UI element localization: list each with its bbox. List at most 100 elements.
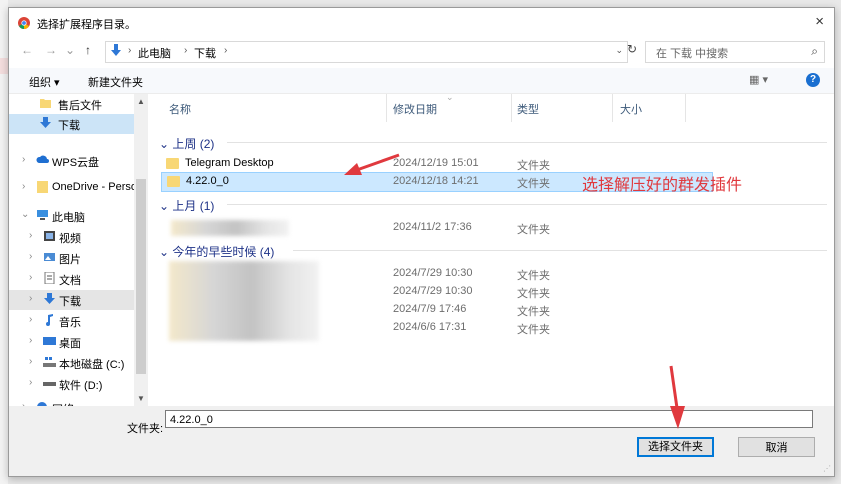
- drive-icon: [43, 357, 56, 367]
- annotation-text: 选择解压好的群发插件: [582, 177, 743, 194]
- folder-picker-dialog: 选择扩展程序目录。 × ← → ⌄ ↑ › 此电脑 › 下载 › ⌄ ↻ 在 下…: [8, 7, 835, 477]
- group-header-last-week[interactable]: ⌄ 上周 (2): [159, 135, 214, 152]
- nav-item-desktop[interactable]: › 桌面: [9, 332, 134, 352]
- nav-item-onedrive[interactable]: › OneDrive - Perso: [9, 178, 134, 198]
- chevron-right-icon[interactable]: ›: [22, 154, 25, 165]
- file-type: 文件夹: [517, 288, 550, 300]
- nav-item-drive-c[interactable]: › 本地磁盘 (C:): [9, 353, 134, 373]
- sort-indicator-icon: ⌄: [446, 92, 454, 102]
- select-folder-button[interactable]: 选择文件夹: [637, 437, 714, 457]
- nav-item-pictures[interactable]: › 图片: [9, 248, 134, 268]
- table-row[interactable]: 2024/11/2 17:36 文件夹: [161, 219, 711, 237]
- search-box[interactable]: 在 下载 中搜索 ⌕: [645, 41, 825, 63]
- folder-label: 文件夹:: [127, 423, 164, 435]
- file-type: 文件夹: [517, 270, 550, 282]
- scroll-down-icon[interactable]: ▼: [137, 394, 145, 403]
- group-divider: [227, 204, 827, 205]
- chevron-right-icon[interactable]: ›: [29, 230, 32, 241]
- file-type: 文件夹: [517, 160, 550, 172]
- breadcrumb-separator: ›: [224, 45, 228, 56]
- forward-arrow-icon[interactable]: →: [45, 43, 57, 57]
- table-row[interactable]: 2024/7/29 10:30 文件夹: [161, 283, 711, 301]
- close-icon[interactable]: ×: [815, 13, 824, 30]
- column-header-modified[interactable]: 修改日期: [393, 101, 437, 117]
- table-row[interactable]: 2024/6/6 17:31 文件夹: [161, 319, 711, 337]
- back-arrow-icon[interactable]: ←: [21, 43, 33, 57]
- column-divider[interactable]: [612, 94, 613, 122]
- resize-grip-icon[interactable]: ⋰: [823, 464, 831, 473]
- breadcrumb-downloads[interactable]: 下载: [194, 45, 216, 61]
- nav-item-music[interactable]: › 音乐: [9, 311, 134, 331]
- scrollbar-thumb[interactable]: [136, 179, 146, 374]
- nav-item-this-pc[interactable]: ⌄ 此电脑: [9, 206, 134, 226]
- desktop-icon: [43, 337, 56, 345]
- chevron-right-icon[interactable]: ›: [22, 181, 25, 192]
- chevron-right-icon[interactable]: ›: [29, 377, 32, 388]
- file-name: 4.22.0_0: [186, 175, 229, 187]
- file-type: 文件夹: [517, 224, 550, 236]
- group-header-earlier[interactable]: ⌄ 今年的早些时候 (4): [159, 243, 274, 260]
- chevron-right-icon[interactable]: ›: [29, 356, 32, 367]
- file-date: 2024/12/18 14:21: [393, 175, 479, 187]
- nav-item-videos[interactable]: › 视频: [9, 227, 134, 247]
- chrome-icon: [18, 17, 30, 29]
- nav-item-wps-cloud[interactable]: › WPS云盘: [9, 151, 134, 171]
- group-divider: [293, 250, 827, 251]
- navigation-bar: ← → ⌄ ↑ › 此电脑 › 下载 › ⌄ ↻ 在 下载 中搜索 ⌕: [9, 39, 834, 63]
- chevron-right-icon[interactable]: ›: [29, 251, 32, 262]
- chevron-right-icon[interactable]: ›: [29, 335, 32, 346]
- folder-icon: [40, 99, 51, 108]
- navigation-pane: 售后文件 下载 › WPS云盘 › OneDrive - Perso ⌄ 此电脑…: [9, 94, 134, 406]
- nav-item-network[interactable]: › 网络: [9, 398, 134, 406]
- table-row[interactable]: 2024/7/9 17:46 文件夹: [161, 301, 711, 319]
- view-options-icon[interactable]: ▦ ▾: [749, 73, 768, 86]
- picture-icon: [44, 253, 55, 261]
- nav-item-after-sales[interactable]: 售后文件: [9, 94, 134, 114]
- cloud-icon: [36, 155, 49, 163]
- file-list: 名称 ⌄ 修改日期 类型 大小 ⌄ 上周 (2) Telegram Deskto…: [149, 92, 834, 406]
- nav-item-drive-d[interactable]: › 软件 (D:): [9, 374, 134, 394]
- file-date: 2024/7/9 17:46: [393, 303, 467, 315]
- folder-icon: [37, 181, 48, 193]
- organize-menu[interactable]: 组织 ▾: [29, 74, 60, 90]
- refresh-icon[interactable]: ↻: [627, 42, 637, 56]
- chevron-right-icon[interactable]: ›: [29, 293, 32, 304]
- video-icon: [44, 231, 55, 241]
- download-icon: [44, 293, 55, 304]
- nav-item-documents[interactable]: › 文档: [9, 269, 134, 289]
- chevron-down-icon[interactable]: ⌄: [21, 209, 29, 220]
- new-folder-button[interactable]: 新建文件夹: [88, 74, 143, 90]
- file-type: 文件夹: [517, 324, 550, 336]
- column-header-name[interactable]: 名称: [169, 101, 191, 117]
- up-arrow-icon[interactable]: ↑: [85, 43, 91, 57]
- chevron-right-icon[interactable]: ›: [29, 272, 32, 283]
- drive-icon: [43, 382, 56, 386]
- column-header-type[interactable]: 类型: [517, 101, 539, 117]
- command-toolbar: 组织 ▾ 新建文件夹 ▦ ▾ ?: [9, 68, 834, 94]
- navigation-scrollbar[interactable]: ▲ ▼: [134, 94, 148, 406]
- group-header-last-month[interactable]: ⌄ 上月 (1): [159, 197, 214, 214]
- table-row[interactable]: 2024/7/29 10:30 文件夹: [161, 265, 711, 283]
- address-bar[interactable]: › 此电脑 › 下载 › ⌄: [105, 41, 628, 63]
- scroll-up-icon[interactable]: ▲: [137, 97, 145, 106]
- breadcrumb-separator: ›: [128, 45, 132, 56]
- help-icon[interactable]: ?: [806, 73, 820, 87]
- column-divider[interactable]: [685, 94, 686, 122]
- chevron-right-icon[interactable]: ›: [29, 314, 32, 325]
- search-icon[interactable]: ⌕: [811, 44, 818, 59]
- download-icon: [40, 117, 51, 128]
- column-divider[interactable]: [386, 94, 387, 122]
- column-divider[interactable]: [511, 94, 512, 122]
- column-header-size[interactable]: 大小: [620, 101, 642, 117]
- nav-item-downloads-quick[interactable]: 下载: [9, 114, 134, 134]
- file-date: 2024/6/6 17:31: [393, 321, 467, 333]
- breadcrumb-this-pc[interactable]: 此电脑: [138, 45, 171, 61]
- nav-item-downloads[interactable]: › 下载: [9, 290, 134, 310]
- cancel-button[interactable]: 取消: [738, 437, 815, 457]
- address-dropdown-icon[interactable]: ⌄: [615, 45, 623, 56]
- computer-icon: [37, 210, 48, 220]
- folder-icon: [167, 176, 180, 187]
- recent-dropdown-icon[interactable]: ⌄: [65, 43, 75, 57]
- folder-name-input[interactable]: 4.22.0_0: [165, 410, 813, 428]
- background-fragment: [0, 58, 8, 74]
